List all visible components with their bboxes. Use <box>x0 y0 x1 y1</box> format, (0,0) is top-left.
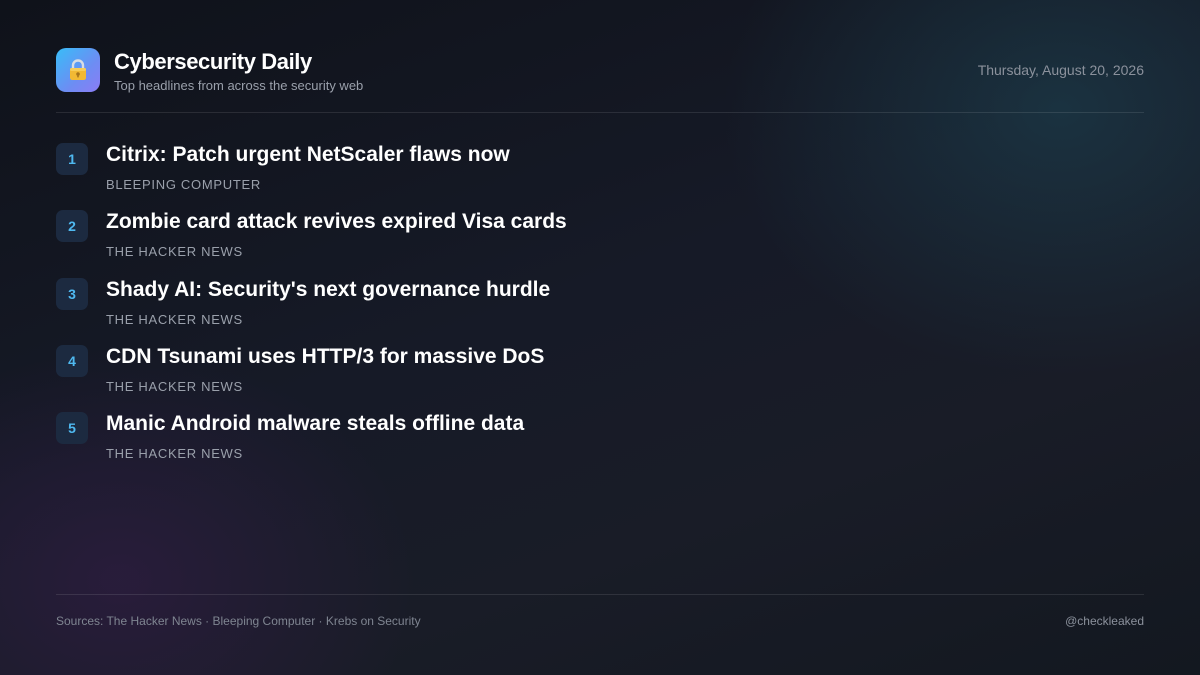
rank-badge: 3 <box>56 277 88 310</box>
headline-list: 1 Citrix: Patch urgent NetScaler flaws n… <box>56 143 1144 479</box>
app-subtitle: Top headlines from across the security w… <box>114 78 364 93</box>
headline-source: BLEEPING COMPUTER <box>106 177 261 192</box>
header: Cybersecurity Daily Top headlines from a… <box>56 48 1144 113</box>
headline-source: THE HACKER NEWS <box>106 311 243 327</box>
headline-item[interactable]: 4 CDN Tsunami uses HTTP/3 for massive Do… <box>56 343 1144 412</box>
headline-item[interactable]: 3 Shady AI: Security's next governance h… <box>56 276 1144 345</box>
headline-source: THE HACKER NEWS <box>106 244 243 260</box>
app-title: Cybersecurity Daily <box>114 49 312 74</box>
headline-item[interactable]: 5 Manic Android malware steals offline d… <box>56 412 1144 479</box>
headline-title[interactable]: CDN Tsunami uses HTTP/3 for massive DoS <box>106 343 544 371</box>
rank-badge: 5 <box>56 412 88 445</box>
headline-body: Manic Android malware steals offline dat… <box>106 410 524 462</box>
headline-item[interactable]: 2 Zombie card attack revives expired Vis… <box>56 210 1144 277</box>
rank-badge: 2 <box>56 210 88 243</box>
logo <box>56 48 100 92</box>
digest-card: Cybersecurity Daily Top headlines from a… <box>56 48 1144 648</box>
headline-title[interactable]: Manic Android malware steals offline dat… <box>106 410 524 438</box>
headline-body: CDN Tsunami uses HTTP/3 for massive DoS … <box>106 343 544 395</box>
headline-item[interactable]: 1 Citrix: Patch urgent NetScaler flaws n… <box>56 143 1144 210</box>
headline-body: Zombie card attack revives expired Visa … <box>106 208 567 260</box>
sources-credit: Sources: The Hacker News · Bleeping Comp… <box>56 614 421 628</box>
lock-icon <box>67 58 89 82</box>
headline-body: Shady AI: Security's next governance hur… <box>106 276 550 328</box>
headline-title[interactable]: Shady AI: Security's next governance hur… <box>106 276 550 304</box>
headline-body: Citrix: Patch urgent NetScaler flaws now… <box>106 141 510 193</box>
headline-source: THE HACKER NEWS <box>106 378 243 394</box>
date-label: Thursday, August 20, 2026 <box>977 62 1144 78</box>
headline-title[interactable]: Citrix: Patch urgent NetScaler flaws now <box>106 141 510 169</box>
rank-badge: 1 <box>56 143 88 175</box>
brand: Cybersecurity Daily Top headlines from a… <box>114 48 363 94</box>
headline-source: THE HACKER NEWS <box>106 446 243 462</box>
headline-title[interactable]: Zombie card attack revives expired Visa … <box>106 208 567 236</box>
footer: Sources: The Hacker News · Bleeping Comp… <box>56 594 1144 634</box>
rank-badge: 4 <box>56 344 88 377</box>
social-handle[interactable]: @checkleaked <box>1065 613 1144 629</box>
